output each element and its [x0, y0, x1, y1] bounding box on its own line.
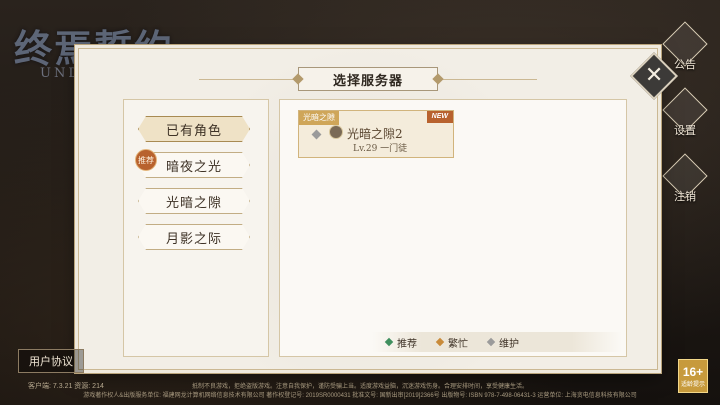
- server-name: 光暗之隙2: [347, 127, 403, 141]
- legal-notice-line1: 抵制不良游戏，拒绝盗版游戏。注意自我保护，谨防受骗上当。适度游戏益脑，沉迷游戏伤…: [191, 384, 528, 390]
- user-agreement-button[interactable]: 用户协议: [18, 349, 84, 373]
- legal-notice-line2: 游戏著作权人&出版服务单位: 福建网龙计算机网络信息技术有限公司 著作权登记号:…: [83, 393, 637, 399]
- settings-label: 设置: [674, 124, 696, 137]
- logout-label: 注销: [674, 190, 696, 203]
- legend-label: 繁忙: [448, 338, 468, 350]
- server-select-dialog: 选择服务器 ✕ 已有角色 暗夜之光 光暗之隙 月影之际 推荐 光暗之隙 NEW …: [78, 48, 679, 370]
- legend-label: 维护: [499, 338, 519, 350]
- diamond-icon: [384, 337, 394, 347]
- dialog-title: 选择服务器: [298, 67, 438, 91]
- recommended-tag: 推荐: [135, 149, 157, 171]
- legend-busy: 繁忙: [435, 335, 468, 350]
- diamond-icon: [486, 337, 496, 347]
- close-icon: ✕: [644, 63, 664, 88]
- settings-button[interactable]: 设置: [662, 87, 708, 138]
- notice-button[interactable]: 公告: [662, 21, 708, 72]
- legal-notice: 抵制不良游戏，拒绝盗版游戏。注意自我保护，谨防受骗上当。适度游戏益脑，沉迷游戏伤…: [0, 383, 720, 401]
- category-light-dark-rift[interactable]: 光暗之隙: [138, 188, 250, 214]
- server-zone-label: 光暗之隙: [299, 111, 339, 125]
- server-status-legend: 推荐 繁忙 维护: [372, 332, 622, 352]
- legend-label: 推荐: [397, 338, 417, 350]
- age-rating-label: 适龄提示: [680, 381, 705, 388]
- legend-maintenance: 维护: [486, 335, 519, 350]
- character-avatar: [329, 125, 343, 139]
- legend-recommended: 推荐: [384, 335, 417, 350]
- category-moon-shadow[interactable]: 月影之际: [138, 224, 250, 250]
- logout-button[interactable]: 注销: [662, 153, 708, 204]
- category-panel: 已有角色 暗夜之光 光暗之隙 月影之际: [123, 99, 269, 357]
- age-rating: 16+: [682, 364, 704, 379]
- new-badge: NEW: [426, 111, 453, 123]
- server-list-panel: 光暗之隙 NEW 光暗之隙2 Lv.29 一门徒 推荐 繁忙 维护: [279, 99, 627, 357]
- character-info: Lv.29 一门徒: [353, 144, 408, 154]
- server-card[interactable]: 光暗之隙 NEW 光暗之隙2 Lv.29 一门徒: [298, 110, 454, 158]
- category-existing-roles[interactable]: 已有角色: [138, 116, 250, 142]
- server-status-icon: [311, 129, 322, 140]
- diamond-icon: [435, 337, 445, 347]
- notice-label: 公告: [674, 58, 696, 71]
- age-rating-badge: 16+ 适龄提示: [678, 359, 708, 393]
